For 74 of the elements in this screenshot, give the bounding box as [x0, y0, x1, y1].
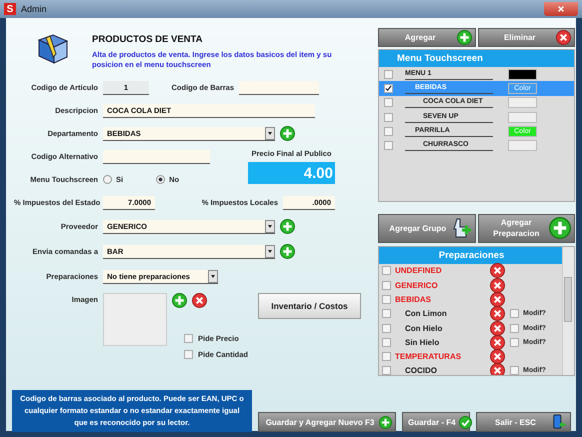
photo-placeholder [103, 293, 167, 346]
item-label: UNDEFINED [395, 266, 443, 276]
color-swatch[interactable] [508, 140, 537, 152]
item-label: GENERICO [395, 280, 439, 290]
window-title: Admin [21, 4, 48, 14]
plus-icon[interactable] [280, 219, 295, 234]
scroll-thumb[interactable] [564, 276, 572, 322]
checkbox[interactable] [384, 70, 393, 79]
checkbox[interactable] [510, 324, 519, 333]
radio-indicator[interactable] [156, 175, 166, 184]
checkbox[interactable] [384, 112, 393, 122]
checkbox[interactable] [382, 338, 391, 347]
save-button[interactable]: Guardar - F4 [402, 412, 470, 432]
color-swatch[interactable] [508, 68, 537, 80]
plus-icon [379, 416, 392, 428]
checkbox[interactable] [382, 324, 391, 333]
radio-indicator[interactable] [103, 175, 112, 184]
checkbox[interactable] [382, 309, 391, 318]
checkbox[interactable] [382, 266, 391, 276]
add-button[interactable]: Agregar [378, 28, 476, 47]
checkbox[interactable] [510, 338, 519, 347]
checkbox[interactable] [382, 294, 391, 304]
color-swatch[interactable] [508, 112, 537, 123]
item-label: Con Limon [405, 309, 448, 318]
save-button[interactable]: Guardar y Agregar Nuevo F3 [258, 412, 396, 432]
close-button[interactable] [544, 2, 578, 16]
book-pencil-icon [36, 32, 70, 66]
text-field[interactable] [103, 150, 210, 164]
inventory-button[interactable]: Inventario / Costos [258, 293, 361, 319]
exit-button[interactable]: Salir - ESC [476, 412, 571, 432]
item-label: Con Hielo [405, 324, 444, 333]
close-icon [556, 30, 571, 45]
app-icon: S [4, 3, 16, 15]
item-label: COCIDO [405, 366, 438, 375]
close-icon[interactable] [490, 292, 505, 307]
checkbox[interactable] [510, 309, 519, 318]
close-icon[interactable] [490, 363, 505, 375]
close-icon[interactable] [490, 320, 505, 336]
item-label: Sin Hielo [405, 338, 440, 347]
form-title: PRODUCTOS DE VENTA [92, 34, 204, 45]
plus-icon [549, 217, 571, 240]
panel-header: Menu Touchscreen [379, 50, 574, 67]
checkbox[interactable] [384, 126, 393, 136]
panel-header: Preparaciones [379, 246, 564, 264]
checkbox[interactable] [382, 352, 391, 362]
checkbox[interactable] [510, 366, 519, 375]
hand-plus-icon [452, 217, 472, 240]
close-icon[interactable] [490, 306, 505, 322]
color-swatch[interactable] [508, 97, 537, 108]
plus-icon [456, 30, 472, 45]
text-field[interactable] [239, 80, 319, 94]
checkbox[interactable] [384, 98, 393, 108]
checkbox[interactable] [384, 141, 393, 150]
check-icon [385, 84, 392, 92]
phone-arrow-icon [552, 414, 567, 430]
checkbox[interactable] [184, 350, 193, 359]
close-icon [557, 5, 565, 13]
close-icon[interactable] [490, 349, 505, 364]
checkbox[interactable] [384, 84, 393, 93]
close-icon[interactable] [192, 293, 207, 308]
close-icon[interactable] [490, 278, 505, 293]
checkbox[interactable] [382, 280, 391, 290]
add-button[interactable]: Agregar Preparacion [478, 214, 575, 243]
checkbox[interactable] [382, 366, 391, 375]
plus-icon[interactable] [280, 244, 295, 259]
checkbox[interactable] [184, 334, 193, 343]
plus-icon[interactable] [280, 126, 295, 141]
item-label: TEMPERATURAS [395, 352, 462, 362]
close-icon[interactable] [490, 334, 505, 350]
scrollbar[interactable] [562, 246, 574, 375]
item-label: BEBIDAS [395, 294, 432, 304]
check-icon [458, 416, 472, 428]
close-icon[interactable] [490, 263, 505, 278]
plus-icon[interactable] [172, 293, 187, 308]
